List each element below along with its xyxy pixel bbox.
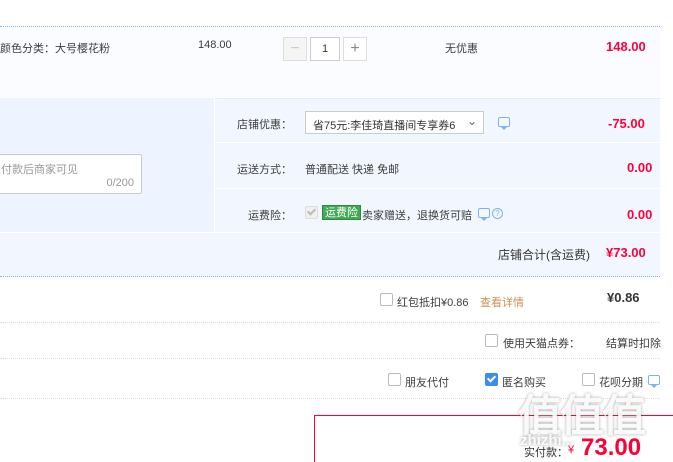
shop-discount-selected: 省75元:李佳琦直播间专享券6 [313, 120, 456, 132]
friend-pay-label: 朋友代付 [405, 377, 449, 389]
shop-total-label: 店铺合计(含运费) [498, 248, 590, 262]
options-divider [214, 142, 660, 143]
insurance-label: 运费险： [248, 210, 292, 222]
cart-item-row: 颜色分类：大号樱花粉 148.00 − 1 + 无优惠 148.00 [0, 27, 660, 97]
redpacket-label: 红包抵扣¥0.86 [397, 297, 469, 309]
watermark-site: zhizhi... [520, 432, 575, 449]
row-divider [0, 358, 660, 359]
insurance-amount: 0.00 [627, 207, 653, 222]
item-unit-price: 148.00 [198, 39, 232, 51]
buyer-message-input[interactable]: 付款后商家可见 0/200 [0, 154, 142, 194]
shop-total-value: ¥73.00 [606, 245, 646, 260]
shipping-amount: 0.00 [627, 160, 653, 175]
tmall-points-label: 使用天猫点券： [503, 338, 580, 350]
item-discount: 无优惠 [445, 43, 478, 55]
options-divider [214, 188, 660, 189]
shop-discount-amount: -75.00 [608, 116, 645, 131]
item-sku: 颜色分类：大号樱花粉 [0, 43, 110, 55]
insurance-checkbox [305, 206, 318, 219]
quantity-plus-button[interactable]: + [343, 37, 367, 61]
chat-icon[interactable] [498, 117, 510, 130]
options-vertical-divider [214, 98, 215, 232]
buyer-message-counter: 0/200 [106, 177, 134, 189]
redpacket-details-link[interactable]: 查看详情 [480, 294, 524, 310]
insurance-badge: 运费险 [322, 205, 361, 220]
redpacket-amount: ¥0.86 [607, 290, 640, 305]
insurance-description: 卖家赠送，退换货可赔 [362, 210, 472, 222]
shipping-method: 普通配送 快递 免邮 [305, 164, 400, 176]
chat-icon[interactable] [478, 208, 490, 221]
buyer-message-placeholder: 付款后商家可见 [1, 164, 78, 176]
shipping-label: 运送方式： [237, 164, 292, 176]
help-icon[interactable]: ? [492, 208, 503, 219]
row-divider [0, 322, 660, 323]
tmall-points-checkbox[interactable] [485, 334, 498, 347]
shop-discount-select[interactable]: 省75元:李佳琦直播间专享券6 ⌄ [305, 111, 484, 134]
chevron-down-icon: ⌄ [466, 114, 477, 128]
item-total: 148.00 [606, 39, 646, 54]
tmall-points-note: 结算时扣除 [606, 338, 661, 350]
shop-discount-label: 店铺优惠： [237, 119, 292, 131]
quantity-minus-button[interactable]: − [283, 37, 307, 61]
shop-total-bar: 店铺合计(含运费) ¥73.00 [0, 233, 660, 277]
anonymous-checkbox[interactable] [485, 373, 498, 386]
redpacket-checkbox[interactable] [380, 293, 393, 306]
quantity-input[interactable]: 1 [310, 37, 340, 61]
friend-pay-checkbox[interactable] [388, 373, 401, 386]
chat-icon[interactable] [648, 375, 660, 388]
